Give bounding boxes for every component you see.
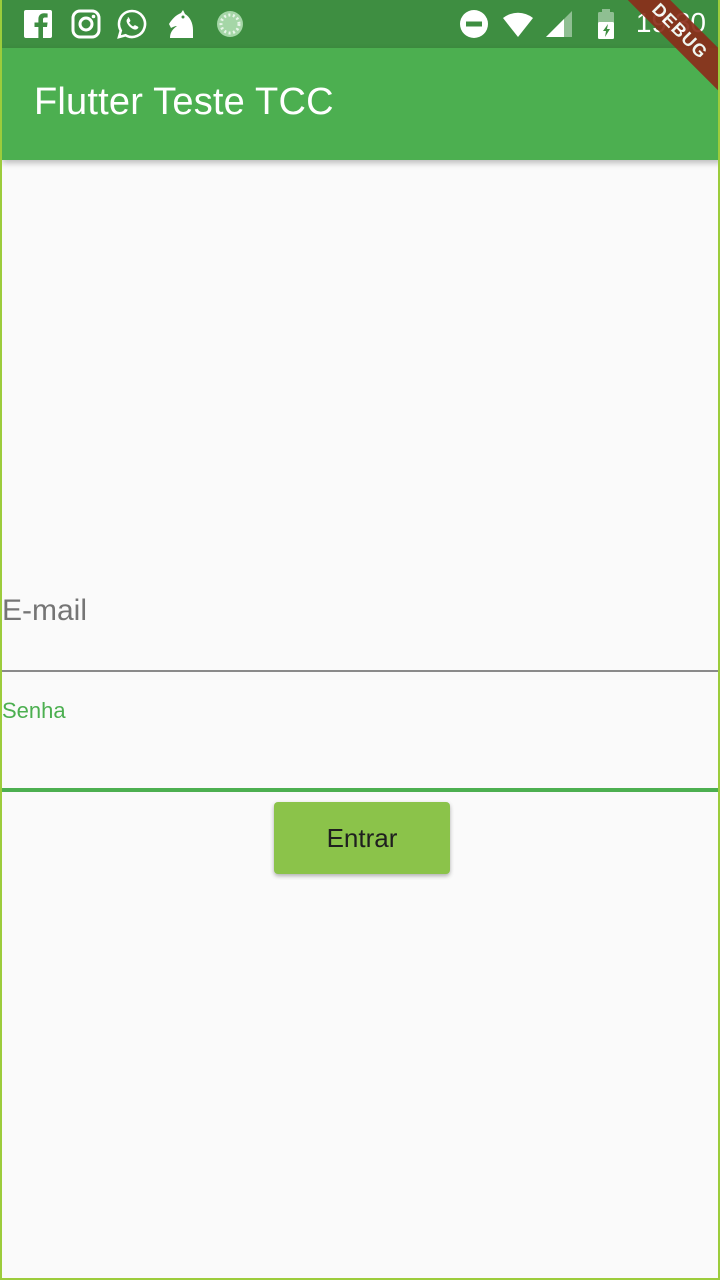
facebook-icon <box>24 10 52 38</box>
app-title: Flutter Teste TCC <box>34 81 334 123</box>
signal-icon <box>546 11 572 37</box>
email-label: E-mail <box>2 594 88 627</box>
password-field[interactable]: Senha <box>2 672 718 792</box>
app-bar: Flutter Teste TCC <box>2 48 718 160</box>
whatsapp-icon <box>117 9 147 39</box>
email-field[interactable]: E-mail <box>2 580 718 672</box>
login-button[interactable]: Entrar <box>274 802 450 874</box>
instagram-icon <box>71 9 101 39</box>
chess-knight-icon <box>169 10 193 38</box>
battery-icon <box>598 9 614 39</box>
status-bar: 19:30 <box>2 0 718 48</box>
app-frame: 19:30 DEBUG Flutter Teste TCC E-mail Sen… <box>0 0 720 1280</box>
do-not-disturb-icon <box>460 10 488 38</box>
loading-icon <box>217 11 243 37</box>
password-label: Senha <box>2 698 66 723</box>
wifi-icon <box>503 12 533 37</box>
